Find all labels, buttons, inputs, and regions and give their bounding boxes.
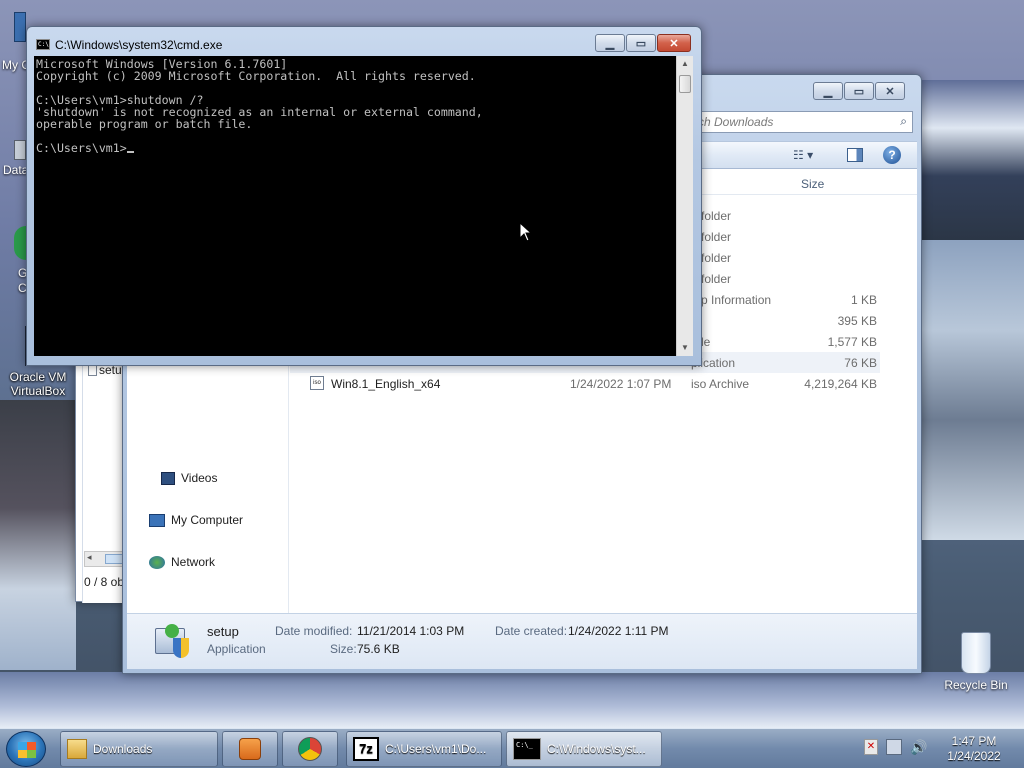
details-file-kind: Application: [207, 642, 266, 656]
start-button[interactable]: [6, 731, 46, 767]
taskbar-button-1[interactable]: [222, 731, 278, 767]
taskbar-button-label: C:\Windows\syst...: [547, 742, 646, 756]
scroll-up-icon[interactable]: ▲: [677, 56, 693, 72]
recycle-bin-icon: [961, 632, 991, 674]
maximize-button[interactable]: ▭: [844, 82, 874, 100]
nav-item-my-computer[interactable]: My Computer: [149, 513, 243, 527]
application-setup-icon: [155, 624, 191, 660]
table-cell-type: iso Archive: [691, 377, 750, 391]
wallpaper-bottom: [0, 672, 1024, 728]
desktop-icon-label: Recycle Bin: [944, 678, 1008, 692]
close-button[interactable]: ✕: [875, 82, 905, 100]
desktop-icon-data[interactable]: Data: [3, 163, 28, 177]
table-cell-size: 395 KB: [837, 314, 877, 328]
table-cell-type: tup Information: [691, 293, 772, 307]
clock-date: 1/24/2022: [947, 749, 1001, 763]
table-cell-size: 4,219,264 KB: [804, 377, 877, 391]
search-icon[interactable]: ⌕: [900, 114, 907, 129]
nav-item-label: My Computer: [171, 513, 244, 527]
7zip-icon: 7z: [353, 737, 379, 761]
computer-icon: [149, 513, 165, 527]
windows-logo-icon: [18, 742, 36, 758]
status-bar-count: 0 / 8 ob: [84, 575, 125, 589]
details-size: 75.6 KB: [357, 642, 400, 656]
scroll-left-icon[interactable]: ◂: [87, 552, 92, 563]
taskbar-button-2[interactable]: [282, 731, 338, 767]
details-pane: setup Application Date modified: 11/21/2…: [127, 613, 917, 669]
desktop-icon-label: Data: [3, 163, 29, 177]
media-player-icon: [239, 738, 261, 760]
nav-item-network[interactable]: Network: [149, 555, 215, 569]
chrome-icon: [298, 737, 322, 761]
nav-item-label: Network: [171, 555, 216, 569]
action-center-icon[interactable]: ✕: [864, 739, 878, 755]
disk-icon: [14, 140, 26, 160]
console-output[interactable]: Microsoft Windows [Version 6.1.7601] Copy…: [34, 56, 676, 356]
cmd-caption-buttons: ▁ ▭ ✕: [595, 34, 691, 52]
clock[interactable]: 1:47 PM 1/24/2022: [932, 734, 1016, 764]
desktop-icon-label: Oracle VM VirtualBox: [9, 370, 67, 398]
preview-pane-icon[interactable]: [847, 148, 863, 162]
details-file-name: setup: [207, 624, 239, 639]
desktop-icon-recycle-bin[interactable]: Recycle Bin: [940, 632, 1012, 692]
minimize-button[interactable]: ▁: [595, 34, 625, 52]
close-button[interactable]: ✕: [657, 34, 691, 52]
minimize-button[interactable]: ▁: [813, 82, 843, 100]
details-size-label: Size:: [330, 642, 357, 656]
console-cursor: [126, 151, 134, 153]
table-cell-name: Win8.1_English_x64: [331, 377, 441, 391]
cmd-icon: C:\_: [513, 738, 541, 760]
search-placeholder: ch Downloads: [698, 115, 774, 129]
view-options-icon[interactable]: ☷ ▾: [793, 148, 813, 162]
wallpaper-mountains: [918, 80, 1024, 240]
mouse-pointer-icon: [519, 222, 533, 242]
scroll-down-icon[interactable]: ▼: [677, 340, 693, 356]
details-date-modified-label: Date modified:: [275, 624, 353, 638]
volume-icon[interactable]: 🔊: [910, 739, 927, 755]
taskbar-button-label: C:\Users\vm1\Do...: [385, 742, 487, 756]
search-input[interactable]: ch Downloads ⌕: [691, 111, 913, 133]
wallpaper-rock: [0, 400, 76, 670]
maximize-button[interactable]: ▭: [626, 34, 656, 52]
cmd-window-title: C:\Windows\system32\cmd.exe: [55, 38, 223, 52]
iso-file-icon: iso: [310, 376, 324, 390]
taskbar: Downloads 7z C:\Users\vm1\Do... C:\_ C:\Wind…: [0, 728, 1024, 768]
cmd-window[interactable]: C:\ C:\Windows\system32\cmd.exe ▁ ▭ ✕ Mi…: [26, 26, 702, 366]
explorer-caption-buttons: ▁ ▭ ✕: [813, 82, 905, 100]
taskbar-button-label: Downloads: [93, 742, 153, 756]
cmd-icon: C:\: [36, 39, 50, 50]
scrollbar-thumb[interactable]: [679, 75, 691, 93]
table-cell-size: 76 KB: [844, 356, 877, 370]
notification-area: ✕ 🔊: [864, 739, 927, 755]
details-date-created: 1/24/2022 1:11 PM: [568, 624, 669, 638]
console-line: C:\Users\vm1>: [36, 142, 674, 154]
table-cell-size: 1,577 KB: [827, 335, 877, 349]
table-cell-size: 1 KB: [850, 293, 877, 307]
console-line: Copyright (c) 2009 Microsoft Corporation…: [36, 69, 476, 83]
table-row[interactable]: iso Win8.1_English_x64 1/24/2022 1:07 PM is…: [290, 373, 880, 394]
details-date-created-label: Date created:: [495, 624, 568, 638]
details-date-modified: 11/21/2014 1:03 PM: [357, 624, 465, 638]
nav-item-label: Videos: [181, 471, 218, 485]
console-line: operable program or batch file.: [36, 117, 253, 131]
network-icon: [149, 555, 165, 569]
nav-item-videos[interactable]: Videos: [161, 471, 217, 485]
chrome-icon: [14, 226, 26, 260]
taskbar-button-4[interactable]: C:\_ C:\Windows\syst...: [506, 731, 662, 767]
videos-icon: [161, 471, 175, 485]
taskbar-button-0[interactable]: Downloads: [60, 731, 218, 767]
wallpaper-ice: [918, 240, 1024, 540]
table-cell-date: 1/24/2022 1:07 PM: [570, 377, 672, 391]
vertical-scrollbar[interactable]: ▲ ▼: [676, 56, 693, 356]
column-size[interactable]: Size: [801, 177, 824, 191]
taskbar-button-3[interactable]: 7z C:\Users\vm1\Do...: [346, 731, 502, 767]
clock-time: 1:47 PM: [951, 734, 997, 748]
network-icon[interactable]: [886, 739, 902, 755]
help-icon[interactable]: ?: [883, 146, 901, 164]
computer-icon: [14, 12, 26, 42]
folder-icon: [67, 739, 87, 759]
